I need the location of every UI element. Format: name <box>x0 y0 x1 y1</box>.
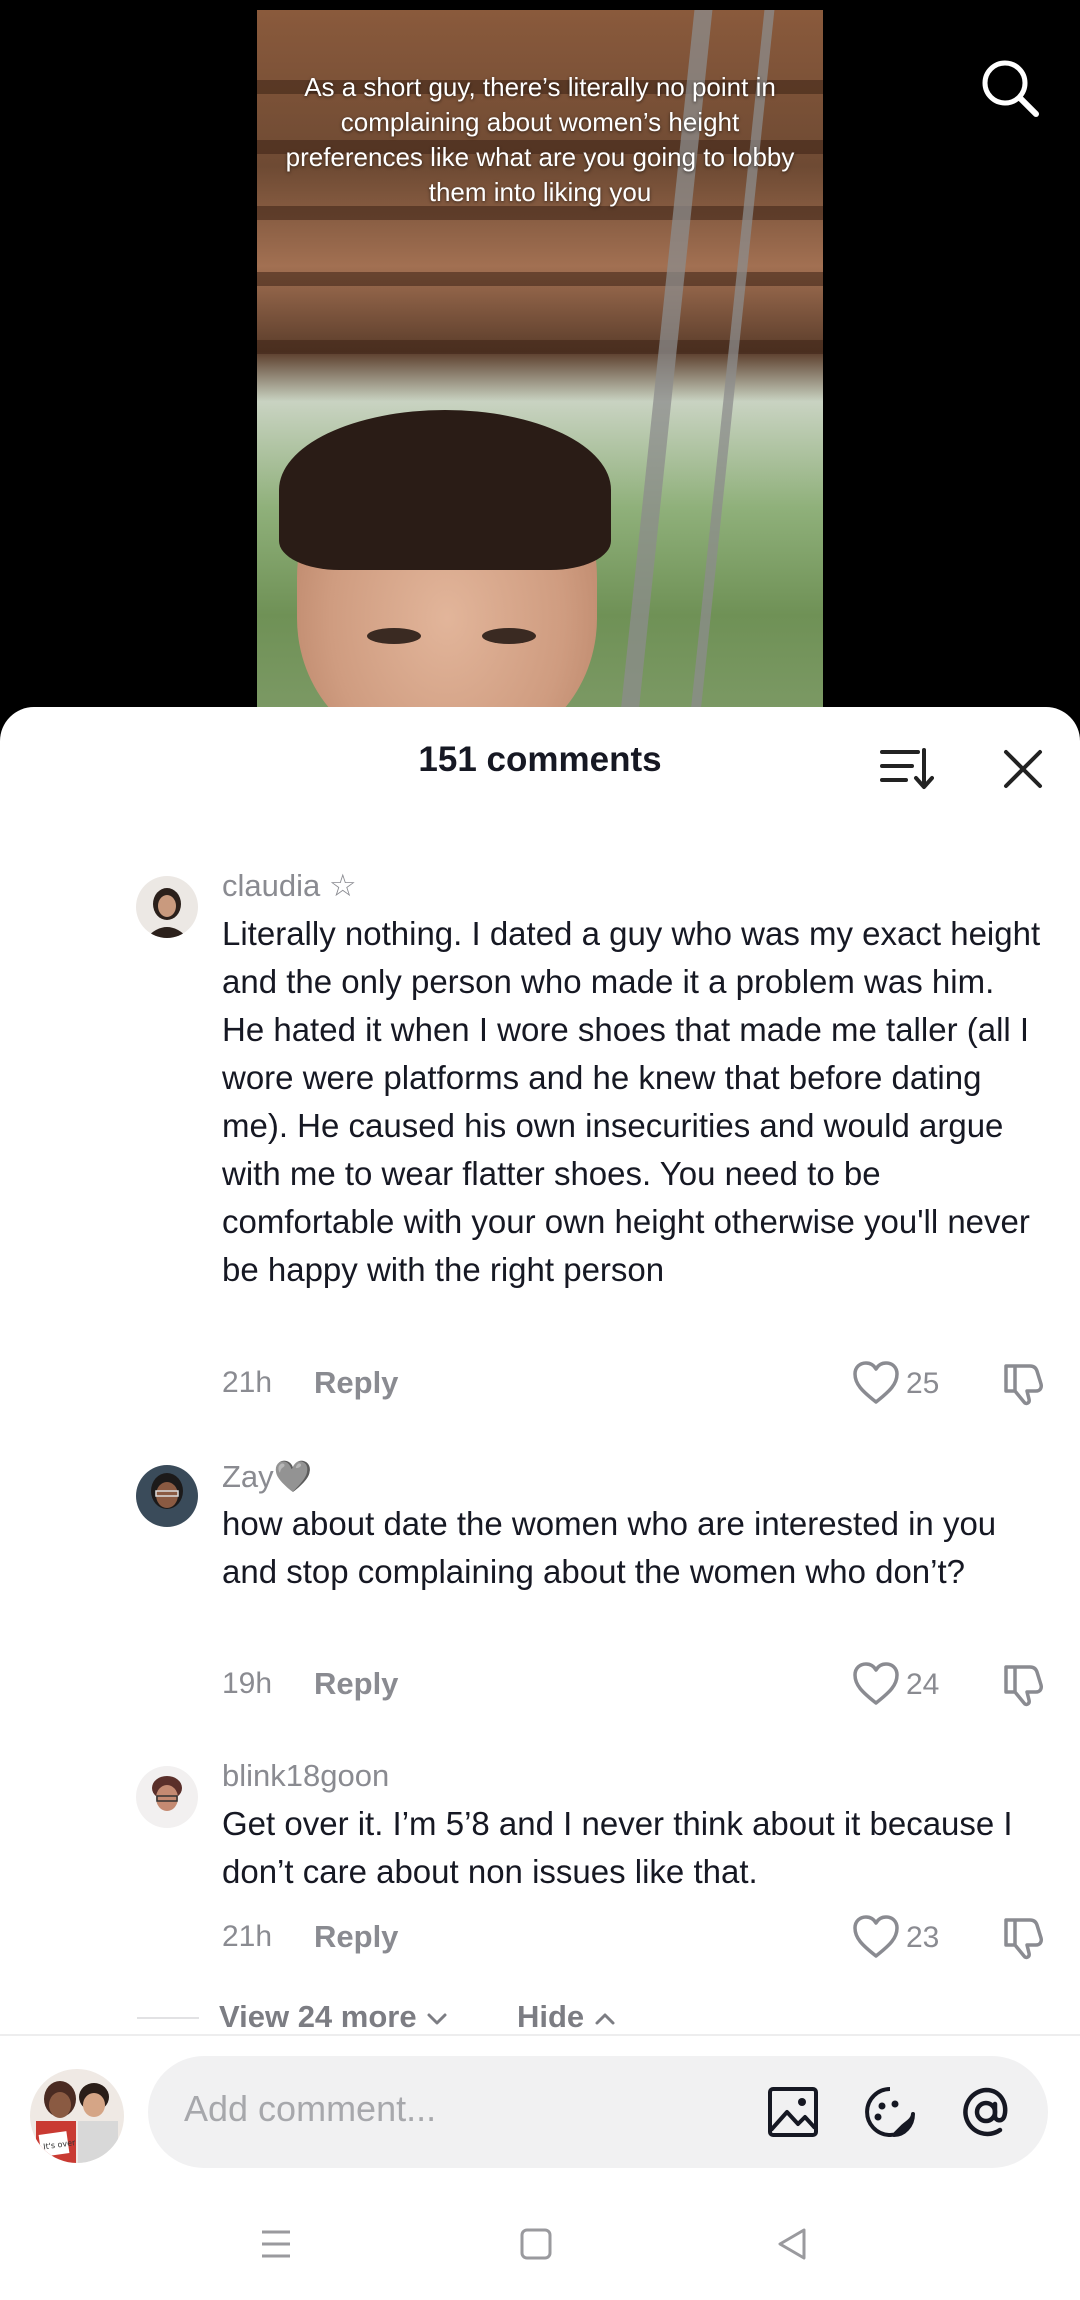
image-icon[interactable] <box>765 2084 821 2140</box>
comment-text: Get over it. I’m 5’8 and I never think a… <box>222 1805 1013 1890</box>
chevron-down-icon <box>427 2013 447 2025</box>
reply-button[interactable]: Reply <box>314 1666 398 1702</box>
chevron-up-icon <box>595 2013 615 2025</box>
home-icon[interactable] <box>514 2222 558 2266</box>
comment-text: Literally nothing. I dated a guy who was… <box>222 915 1041 1288</box>
back-icon[interactable] <box>770 2222 814 2266</box>
view-more-label: View 24 more <box>219 1999 417 2034</box>
reply-button[interactable]: Reply <box>314 1365 398 1401</box>
recents-icon[interactable] <box>254 2222 298 2266</box>
thumbs-down-icon[interactable] <box>1000 1914 1048 1960</box>
avatar[interactable] <box>136 876 198 938</box>
comment-time: 21h <box>222 1920 273 1953</box>
hide-replies-button[interactable]: Hide <box>517 1999 617 2035</box>
like-count: 24 <box>906 1668 940 1701</box>
hide-label: Hide <box>517 1999 585 2034</box>
close-icon[interactable] <box>998 744 1048 794</box>
sticker-icon[interactable] <box>862 2084 918 2140</box>
sort-icon[interactable] <box>878 744 934 792</box>
composer-divider <box>0 2034 1080 2036</box>
heart-outline-icon[interactable] <box>852 1661 900 1707</box>
comment-text: how about date the women who are interes… <box>222 1505 997 1590</box>
comment-username[interactable]: claudia ☆ <box>222 868 357 904</box>
video-player[interactable]: As a short guy, there’s literally no poi… <box>0 0 1080 722</box>
replies-divider <box>137 2017 199 2019</box>
comment-username[interactable]: Zay🩶 <box>222 1458 312 1495</box>
view-more-replies-button[interactable]: View 24 more <box>219 1999 449 2035</box>
comment-username[interactable]: blink18goon <box>222 1758 389 1794</box>
reply-button[interactable]: Reply <box>314 1919 398 1955</box>
comment-input-placeholder[interactable]: Add comment... <box>184 2088 436 2130</box>
like-count: 23 <box>906 1921 940 1954</box>
my-avatar: It's over <box>30 2069 124 2163</box>
avatar[interactable] <box>136 1766 198 1828</box>
search-icon[interactable] <box>976 54 1044 122</box>
avatar[interactable] <box>136 1465 198 1527</box>
thumbs-down-icon[interactable] <box>1000 1360 1048 1406</box>
comment-time: 19h <box>222 1667 273 1700</box>
video-caption: As a short guy, there’s literally no poi… <box>285 72 795 207</box>
at-mention-icon[interactable] <box>958 2084 1014 2140</box>
like-count: 25 <box>906 1367 940 1400</box>
heart-outline-icon[interactable] <box>852 1360 900 1406</box>
comment-time: 21h <box>222 1366 273 1399</box>
thumbs-down-icon[interactable] <box>1000 1661 1048 1707</box>
heart-outline-icon[interactable] <box>852 1914 900 1960</box>
